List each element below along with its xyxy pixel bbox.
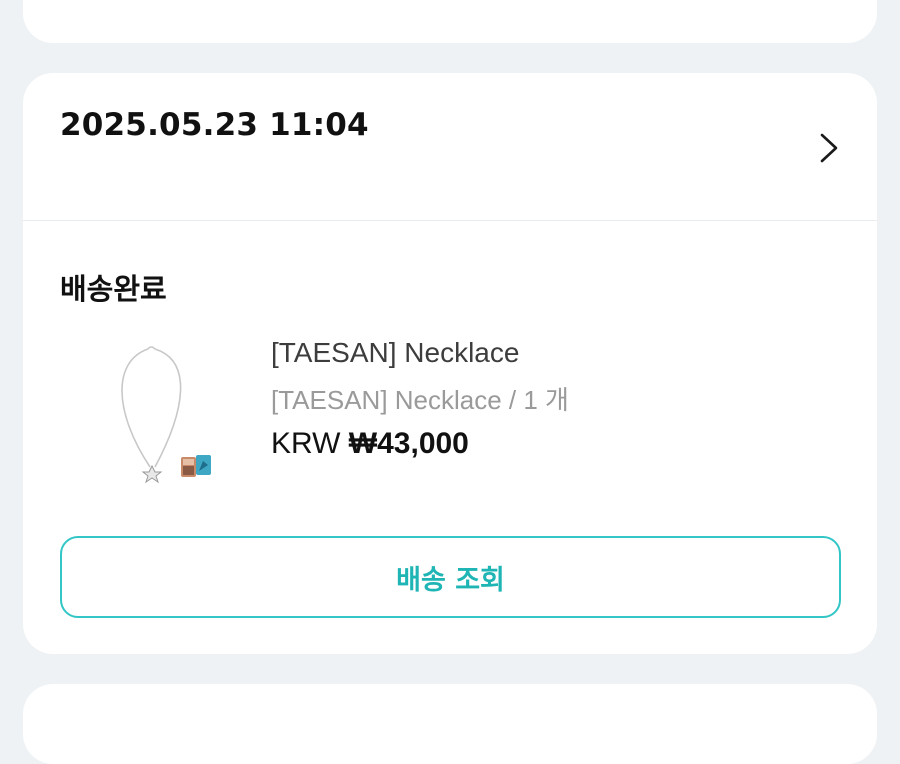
product-title[interactable]: [TAESAN] Necklace bbox=[271, 337, 519, 369]
product-price: KRW ₩43,000 bbox=[271, 427, 469, 461]
track-delivery-button-label: 배송 조회 bbox=[396, 564, 505, 596]
necklace-product-image[interactable] bbox=[103, 341, 223, 486]
next-order-card bbox=[23, 684, 877, 764]
track-delivery-button[interactable]: 배송 조회 bbox=[60, 536, 841, 618]
previous-order-card bbox=[23, 0, 877, 43]
price-currency: KRW bbox=[271, 427, 341, 460]
delivery-status: 배송완료 bbox=[60, 272, 167, 306]
order-header[interactable]: 2025.05.23 11:04 bbox=[23, 73, 877, 221]
chevron-right-icon[interactable] bbox=[817, 131, 841, 165]
order-date: 2025.05.23 11:04 bbox=[60, 107, 369, 143]
product-option: [TAESAN] Necklace / 1 개 bbox=[271, 385, 569, 415]
price-amount: ₩43,000 bbox=[348, 427, 469, 460]
order-card: 2025.05.23 11:04 배송완료 [TAESAN] Necklace … bbox=[23, 73, 877, 654]
